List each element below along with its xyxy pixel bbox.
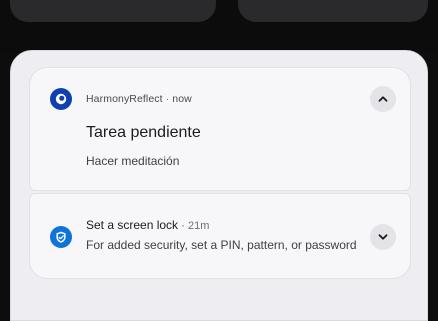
chevron-down-icon (378, 234, 388, 240)
harmonyreflect-app-icon (50, 88, 72, 110)
expand-button[interactable] (370, 224, 396, 250)
collapse-button[interactable] (370, 86, 396, 112)
header-separator: · (181, 218, 186, 232)
app-name: HarmonyReflect (86, 93, 163, 105)
notification-shade: HarmonyReflect · now Tarea pendiente Hacer… (10, 50, 428, 321)
notification-title: Tarea pendiente (86, 124, 201, 141)
notification-time: now (172, 93, 192, 105)
security-shield-icon (50, 226, 72, 248)
notification-text: Hacer meditación (86, 154, 180, 168)
notification-title: Set a screen lock · 21m (86, 218, 209, 232)
notification-card-harmonyreflect[interactable]: HarmonyReflect · now Tarea pendiente Hacer… (29, 67, 411, 191)
notification-header: HarmonyReflect · now (86, 93, 192, 105)
shield-icon (56, 231, 66, 243)
status-bar-area (0, 0, 438, 52)
chevron-up-icon (378, 96, 388, 102)
notification-card-screen-lock[interactable]: Set a screen lock · 21m For added security… (29, 193, 411, 279)
notification-title-text: Set a screen lock (86, 218, 179, 232)
app-glyph-icon (55, 93, 67, 105)
header-separator: · (165, 93, 170, 105)
quick-settings-pill-right[interactable] (238, 0, 428, 22)
quick-settings-pill-left[interactable] (10, 0, 216, 22)
notification-text: For added security, set a PIN, pattern, … (86, 238, 357, 252)
notification-time: 21m (188, 220, 210, 232)
